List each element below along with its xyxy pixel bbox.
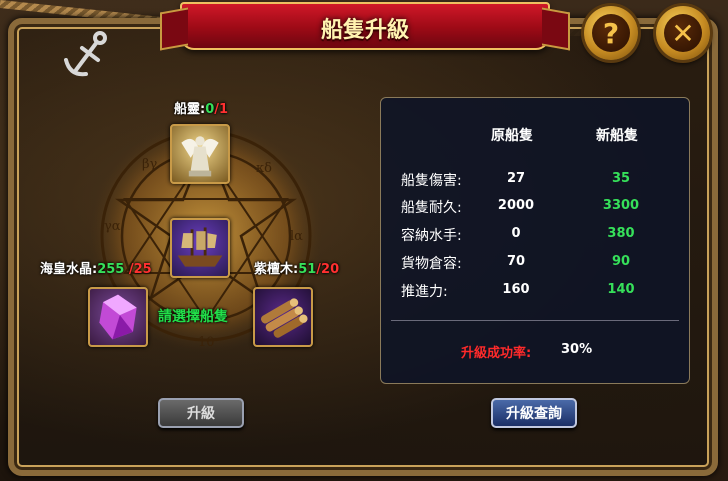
- material-name: 船靈:: [174, 102, 206, 117]
- stat-new-value: 90: [611, 254, 631, 269]
- stat-old-value: 2000: [497, 198, 535, 213]
- crystal-requirement: 海皇水晶:255 /25: [40, 258, 152, 277]
- title-banner: 船隻升級: [180, 2, 550, 50]
- stat-label: 貨物倉容:: [401, 256, 462, 272]
- crystal-slot[interactable]: [88, 287, 148, 347]
- stat-new-value: 140: [607, 282, 635, 297]
- success-rate-value: 30%: [561, 342, 593, 357]
- purple-crystal-icon: [99, 294, 137, 340]
- new-ship-header: 新船隻: [596, 128, 638, 144]
- stat-new-value: 3300: [602, 198, 640, 213]
- material-have: 51: [298, 262, 317, 277]
- material-have: 0: [205, 102, 215, 117]
- wood-slot[interactable]: [253, 287, 313, 347]
- stat-label: 推進力:: [401, 284, 448, 300]
- stat-old-value: 0: [511, 226, 521, 241]
- divider: [391, 320, 679, 321]
- old-ship-header: 原船隻: [491, 128, 533, 144]
- material-have: 255: [97, 262, 125, 277]
- stat-label: 船隻傷害:: [401, 173, 462, 189]
- material-name: 海皇水晶:: [40, 262, 98, 277]
- stat-new-value: 35: [611, 171, 631, 186]
- help-button[interactable]: ?: [584, 6, 638, 60]
- stat-old-value: 27: [506, 171, 526, 186]
- ship-icon: [177, 227, 223, 267]
- close-button[interactable]: ✕: [656, 6, 710, 60]
- anchor-icon: [64, 31, 107, 77]
- angel-statue-icon: [181, 136, 219, 177]
- wood-logs-icon: [260, 298, 308, 338]
- material-need: 1: [219, 102, 229, 117]
- stat-new-value: 380: [607, 226, 635, 241]
- rune-text: κδ: [256, 161, 272, 176]
- rune-text: 10: [198, 335, 215, 350]
- spirit-requirement: 船靈:0/1: [174, 98, 228, 117]
- stat-old-value: 160: [502, 282, 530, 297]
- wood-requirement: 紫檀木:51/20: [254, 258, 339, 277]
- select-ship-hint: 請選擇船隻: [158, 309, 228, 325]
- material-need: 20: [321, 262, 340, 277]
- stat-label: 容納水手:: [401, 228, 462, 244]
- material-need: /25: [128, 262, 152, 277]
- rune-text: βγ: [142, 157, 158, 172]
- stats-panel: 原船隻 新船隻 船隻傷害: 27 35 船隻耐久: 2000 3300 容納水手…: [380, 97, 690, 384]
- spirit-slot[interactable]: [170, 124, 230, 184]
- upgrade-query-button[interactable]: 升級查詢: [491, 398, 577, 428]
- upgrade-button[interactable]: 升級: [158, 398, 244, 428]
- close-icon: ✕: [664, 14, 702, 52]
- rune-text: lα: [290, 229, 303, 244]
- stat-old-value: 70: [506, 254, 526, 269]
- material-name: 紫檀木:: [254, 262, 299, 277]
- question-icon: ?: [592, 14, 630, 52]
- ship-slot[interactable]: [170, 218, 230, 278]
- stat-label: 船隻耐久:: [401, 200, 462, 216]
- rune-text: γα: [104, 219, 121, 234]
- dialog-title: 船隻升級: [320, 18, 409, 43]
- success-rate-label: 升級成功率:: [461, 346, 532, 361]
